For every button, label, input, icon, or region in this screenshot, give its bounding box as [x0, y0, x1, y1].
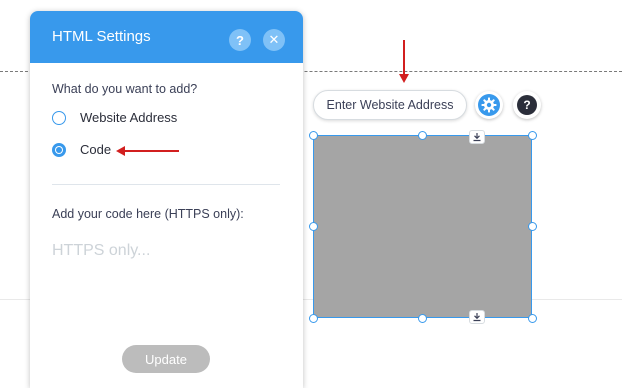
radio-website-address[interactable]: [52, 110, 66, 125]
resize-handle-top-left[interactable]: [309, 131, 318, 140]
option-website-address[interactable]: Website Address: [52, 110, 177, 125]
code-input[interactable]: [52, 237, 280, 265]
anchor-top-icon[interactable]: [469, 130, 485, 144]
update-button[interactable]: Update: [122, 345, 210, 373]
html-settings-panel: HTML Settings ? ✕ What do you want to ad…: [30, 11, 303, 388]
code-field-label: Add your code here (HTTPS only):: [52, 207, 244, 221]
option-label: Code: [80, 142, 112, 157]
resize-handle-top[interactable]: [418, 131, 427, 140]
resize-handle-top-right[interactable]: [528, 131, 537, 140]
question-icon: ?: [517, 95, 537, 115]
enter-website-address-button[interactable]: Enter Website Address: [313, 90, 467, 120]
question-label: What do you want to add?: [52, 82, 198, 96]
resize-handle-bottom-left[interactable]: [309, 314, 318, 323]
panel-title: HTML Settings: [52, 28, 151, 45]
resize-handle-right[interactable]: [528, 222, 537, 231]
help-icon[interactable]: ?: [229, 29, 251, 51]
panel-header: HTML Settings ? ✕: [30, 11, 303, 63]
option-code[interactable]: Code: [52, 142, 111, 157]
html-embed-element[interactable]: [313, 135, 532, 318]
divider: [52, 184, 280, 185]
element-help-button[interactable]: ?: [513, 91, 541, 119]
annotation-arrow-left: [124, 150, 179, 152]
resize-handle-bottom[interactable]: [418, 314, 427, 323]
gear-icon: [478, 94, 500, 116]
anchor-bottom-icon[interactable]: [469, 310, 485, 324]
close-icon[interactable]: ✕: [263, 29, 285, 51]
annotation-arrow-down: [403, 40, 405, 75]
settings-button[interactable]: [475, 91, 503, 119]
resize-handle-left[interactable]: [309, 222, 318, 231]
option-label: Website Address: [80, 110, 178, 125]
annotation-arrow-down-head: [399, 74, 409, 83]
resize-handle-bottom-right[interactable]: [528, 314, 537, 323]
radio-code[interactable]: [52, 142, 66, 157]
annotation-arrow-left-head: [116, 146, 125, 156]
